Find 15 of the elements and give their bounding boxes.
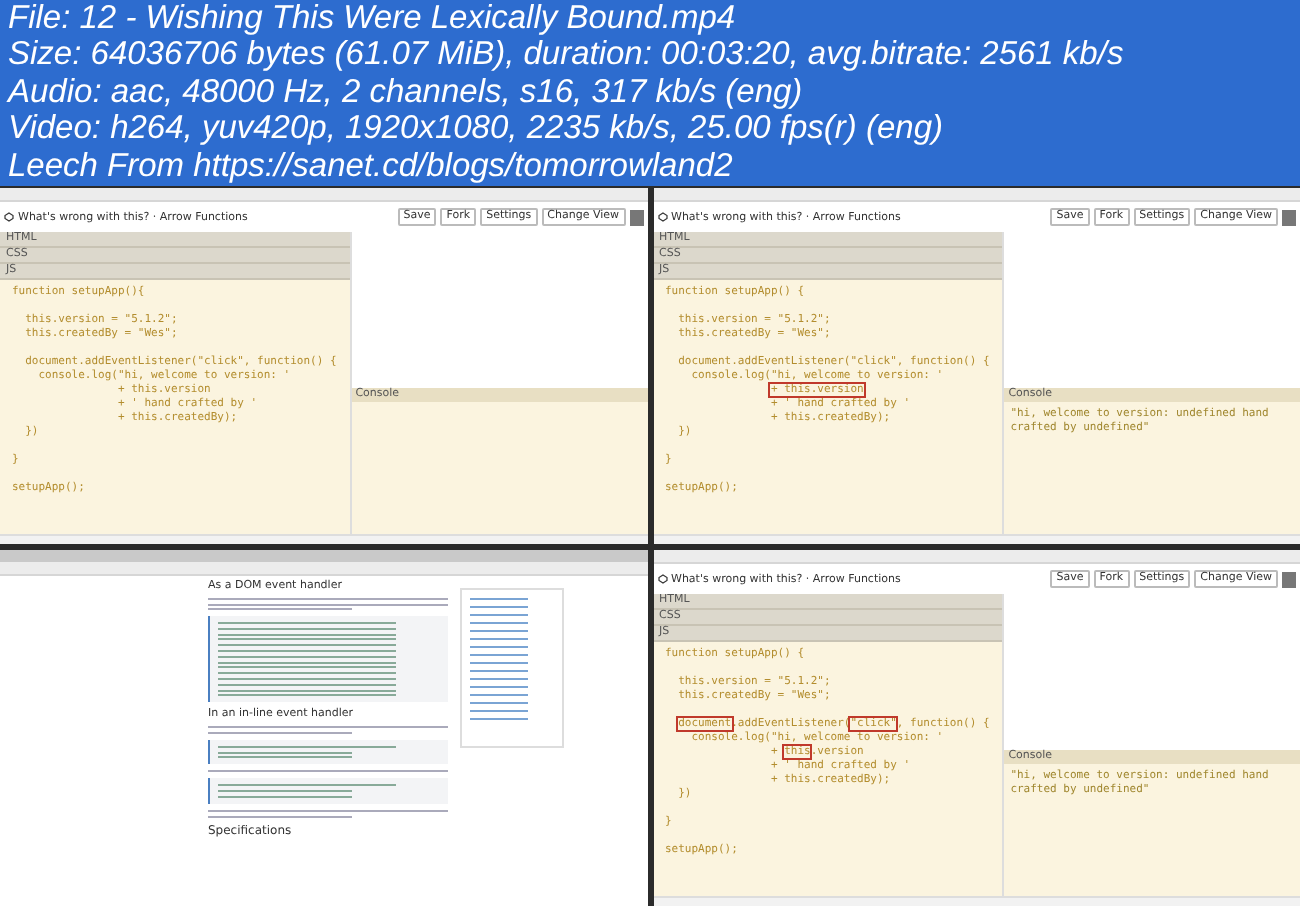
avatar-placeholder xyxy=(1282,209,1296,225)
cube-logo-icon xyxy=(657,574,667,584)
info-line: Leech From https://sanet.cd/blogs/tomorrowland2 xyxy=(8,147,733,185)
avatar-placeholder xyxy=(629,209,643,225)
info-line: File: 12 - Wishing This Were Lexically Bound.mp4 xyxy=(8,0,736,37)
info-line: Size: 64036706 bytes (61.07 MiB), duration: 00:03:20, avg.bitrate: 2561 kb/s xyxy=(8,36,1124,74)
avatar-placeholder xyxy=(1282,571,1296,587)
info-line: Audio: aac, 48000 Hz, 2 channels, s16, 317 kb/s (eng) xyxy=(8,73,803,111)
address-bar[interactable] xyxy=(0,562,647,576)
info-line: Video: h264, yuv420p, 1920x1080, 2235 kb/s, 25.00 fps(r) (eng) xyxy=(8,110,944,148)
code-editor[interactable] xyxy=(0,280,350,534)
cube-logo-icon xyxy=(4,212,14,222)
code-editor[interactable] xyxy=(653,642,1003,896)
code-editor[interactable] xyxy=(653,280,1003,534)
cube-logo-icon xyxy=(657,212,667,222)
